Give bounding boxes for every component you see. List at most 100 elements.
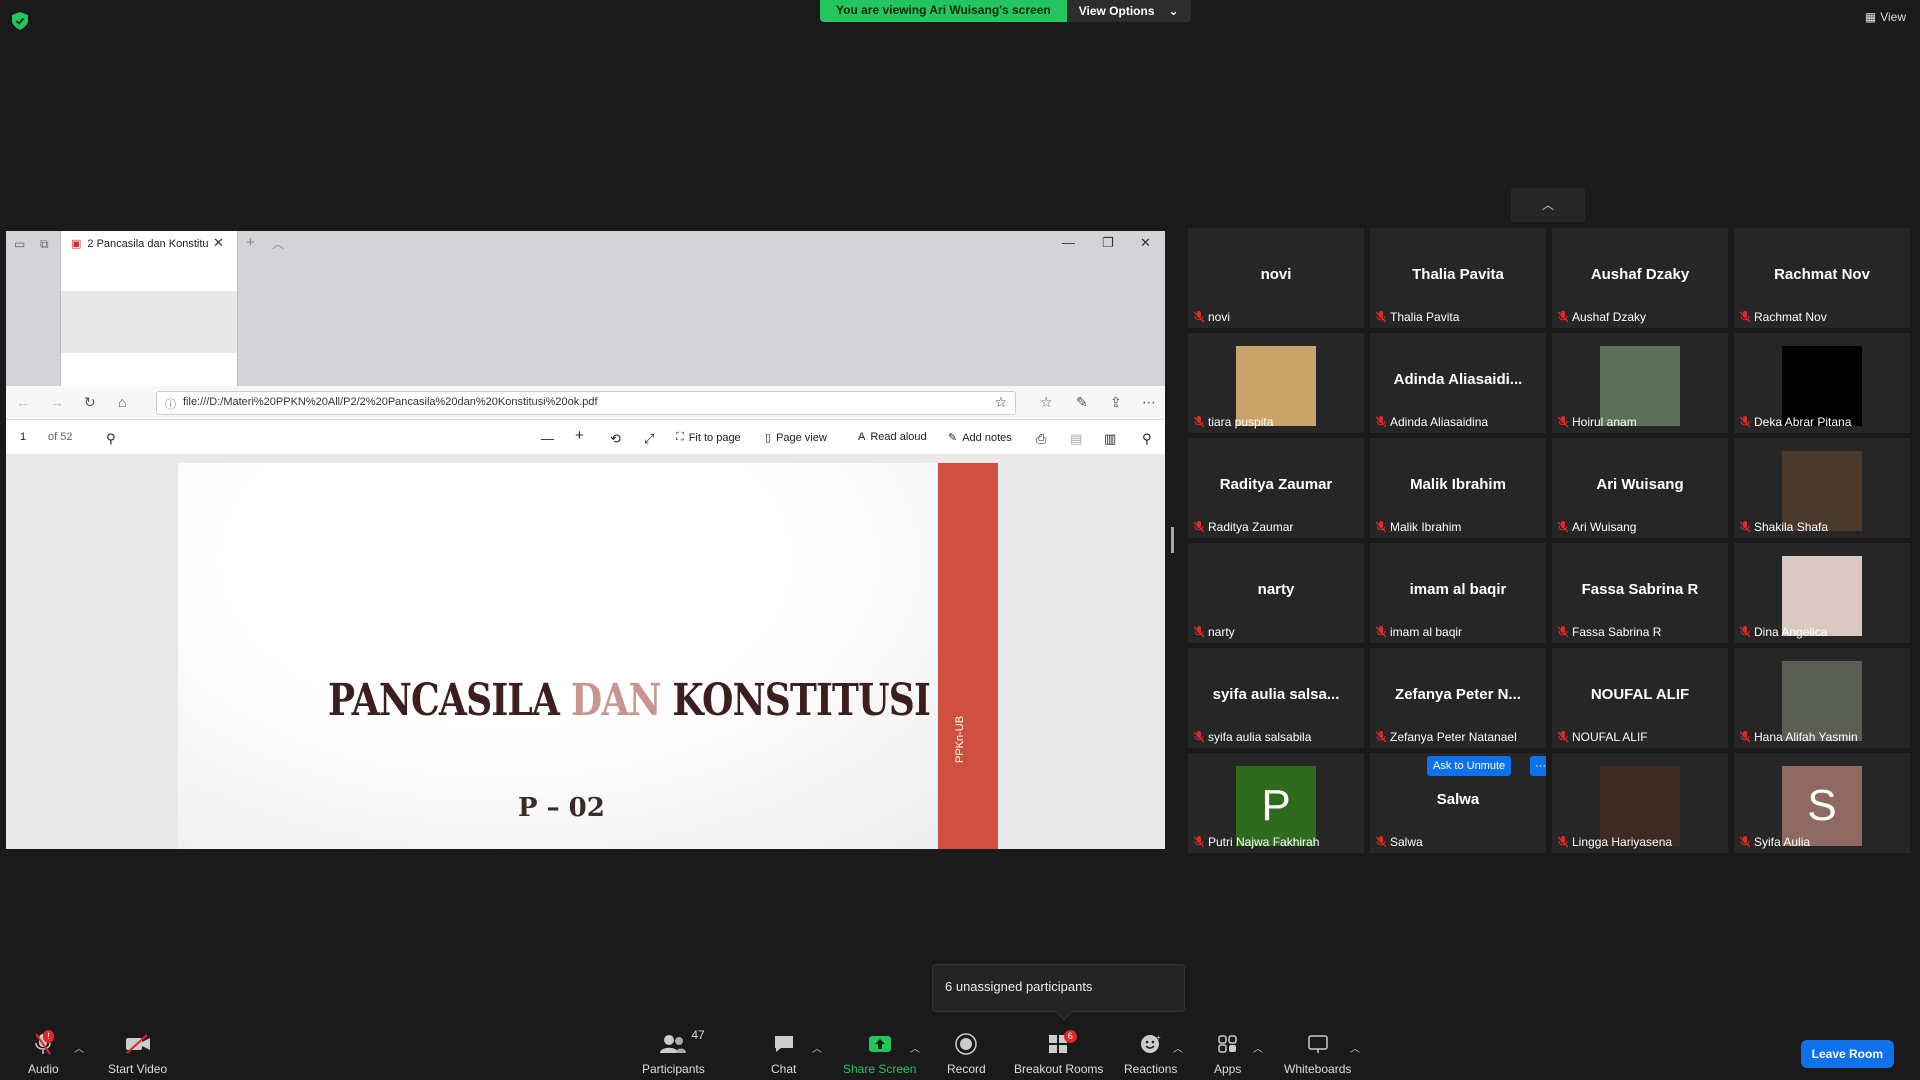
chat-button[interactable]: Chat [771,1032,796,1076]
pdf-page: PANCASILA DAN KONSTITUSI P – 02 PPKn-UB [178,463,998,849]
record-button[interactable]: Record [947,1032,986,1076]
participant-tile[interactable]: Hoirul anam [1552,333,1728,433]
tab-actions-icon[interactable]: ⧉ [40,237,49,252]
participants-button[interactable]: 47 Participants [642,1028,705,1076]
participant-tile[interactable]: Malik Ibrahim Malik Ibrahim [1370,438,1546,538]
participant-tile[interactable]: Aushaf Dzaky Aushaf Dzaky [1552,228,1728,328]
participant-tile[interactable]: narty narty [1188,543,1364,643]
breakout-rooms-button[interactable]: 6 Breakout Rooms [1014,1030,1103,1076]
view-options-button[interactable]: View Options ⌄ [1066,0,1191,22]
leave-room-button[interactable]: Leave Room [1800,1040,1894,1068]
more-icon[interactable]: ⋯ [1142,394,1156,411]
search-icon[interactable]: ⚲ [106,431,116,447]
home-icon[interactable]: ⌂ [118,394,126,410]
participant-tile[interactable]: Ari Wuisang Ari Wuisang [1552,438,1728,538]
participant-video [1236,346,1316,426]
participant-tile[interactable]: Adinda Aliasaidi... Adinda Aliasaidina [1370,333,1546,433]
participant-display-name: imam al baqir [1409,581,1507,598]
participant-tile[interactable]: S Syifa Aulia [1734,753,1910,853]
participant-name: syifa aulia salsabila [1208,730,1312,744]
workspaces-icon[interactable]: ▭ [14,237,25,251]
participant-tile[interactable]: Rachmat Nov Rachmat Nov [1734,228,1910,328]
read-aloud-button[interactable]: A Read aloud [858,431,927,443]
pin-toolbar-icon[interactable]: ⚲ [1142,431,1152,447]
restore-icon[interactable]: ❐ [1102,235,1114,251]
participant-tile[interactable]: Raditya Zaumar Raditya Zaumar [1188,438,1364,538]
participant-tile[interactable]: Lingga Hariyasena [1552,753,1728,853]
participant-tile[interactable]: Fassa Sabrina R Fassa Sabrina R [1552,543,1728,643]
info-icon[interactable]: ⓘ [165,396,176,412]
participant-tile[interactable]: Deka Abrar Pitana [1734,333,1910,433]
participant-video [1782,346,1862,426]
pen-icon[interactable]: ✎ [1076,394,1088,411]
participant-tile[interactable]: Thalia Pavita Thalia Pavita [1370,228,1546,328]
participant-tile[interactable]: P Putri Najwa Fakhirah [1188,753,1364,853]
back-icon[interactable]: ← [16,394,30,410]
participant-tile[interactable]: Zefanya Peter N... Zefanya Peter Natanael [1370,648,1546,748]
close-window-icon[interactable]: ✕ [1140,235,1151,251]
reactions-button[interactable]: + Reactions [1124,1032,1177,1076]
share-screen-button[interactable]: Share Screen [843,1032,916,1076]
participant-tile[interactable]: Salwa Ask to Unmute ··· Salwa [1370,753,1546,853]
participant-tile[interactable]: syifa aulia salsa... syifa aulia salsabil… [1188,648,1364,748]
participant-name-label: narty [1194,625,1235,639]
refresh-icon[interactable]: ↻ [84,394,96,411]
new-tab-icon[interactable]: + [246,234,255,251]
fit-to-page-label: Fit to page [688,431,741,444]
unassigned-text: 6 unassigned participants [945,979,1093,994]
audio-button[interactable]: ! Audio [28,1030,59,1076]
participant-tile[interactable]: NOUFAL ALIF NOUFAL ALIF [1552,648,1728,748]
rotate-icon[interactable]: ⟲ [610,431,621,447]
share-icon[interactable]: ⇪ [1110,394,1122,411]
chat-options-caret-icon[interactable]: ︿ [812,1040,822,1055]
apps-options-caret-icon[interactable]: ︿ [1253,1040,1263,1055]
pdf-toolbar: 1 of 52 ⚲ — + ⟲ ⤢ ⛶ Fit to page ▯ Page v… [6,421,1165,455]
participant-name-label: Raditya Zaumar [1194,520,1293,534]
view-button[interactable]: ▦ View [1865,10,1906,24]
add-notes-button[interactable]: ✎ Add notes [948,431,1012,445]
resize-handle[interactable] [1171,527,1174,553]
favorite-star-icon[interactable]: ☆ [994,394,1007,411]
participant-tile[interactable]: Shakila Shafa [1734,438,1910,538]
participant-name: Syifa Aulia [1754,835,1811,849]
fullscreen-icon[interactable]: ⤢ [644,431,654,447]
save-icon[interactable]: ▤ [1070,431,1082,447]
zoom-in-icon[interactable]: + [575,427,584,444]
participant-tile[interactable]: Dina Angelica [1734,543,1910,643]
participant-tile[interactable]: tiara puspita [1188,333,1364,433]
url-input[interactable]: ⓘ file:///D:/Materi%20PPKN%20All/P2/2%20… [156,391,1016,415]
more-options-button[interactable]: ··· [1530,756,1546,776]
minimize-icon[interactable]: — [1062,235,1075,250]
participant-tile[interactable]: novi novi [1188,228,1364,328]
participant-tile[interactable]: Hana Alifah Yasmin [1734,648,1910,748]
start-video-button[interactable]: Start Video [108,1032,167,1076]
print-icon[interactable]: ⎙ [1036,431,1046,447]
favorites-icon[interactable]: ☆ [1040,394,1053,411]
participant-tile[interactable]: imam al baqir imam al baqir [1370,543,1546,643]
save-as-icon[interactable]: ▥ [1104,431,1116,447]
slide-side-label: PPKn-UB [954,715,966,763]
browser-tab[interactable]: ▣ 2 Pancasila dan Konstitu ✕ [60,231,238,386]
chevron-up-icon[interactable]: ︿ [272,235,284,252]
unassigned-participants-tooltip[interactable]: 6 unassigned participants [932,964,1185,1021]
whiteboards-options-caret-icon[interactable]: ︿ [1350,1040,1360,1055]
muted-microphone-icon [1376,626,1386,638]
close-tab-icon[interactable]: ✕ [213,235,224,251]
fit-to-page-button[interactable]: ⛶ Fit to page [676,431,741,444]
participant-display-name: narty [1257,581,1295,598]
apps-button[interactable]: Apps [1214,1032,1241,1076]
view-options-label: View Options [1078,4,1155,18]
whiteboards-button[interactable]: Whiteboards [1284,1032,1351,1076]
page-view-button[interactable]: ▯ Page view [765,431,827,445]
forward-icon[interactable]: → [50,394,64,410]
zoom-out-icon[interactable]: — [541,431,554,446]
share-options-caret-icon[interactable]: ︿ [910,1040,920,1055]
page-number-input[interactable]: 1 [20,431,26,443]
reactions-options-caret-icon[interactable]: ︿ [1173,1040,1183,1055]
ask-to-unmute-button[interactable]: Ask to Unmute [1427,756,1512,776]
security-shield-icon[interactable] [12,12,28,30]
participant-name-label: syifa aulia salsabila [1194,730,1311,744]
participant-name: imam al baqir [1390,625,1463,639]
audio-options-caret-icon[interactable]: ︿ [74,1040,84,1055]
gallery-page-up-button[interactable]: ︿ [1511,188,1585,222]
